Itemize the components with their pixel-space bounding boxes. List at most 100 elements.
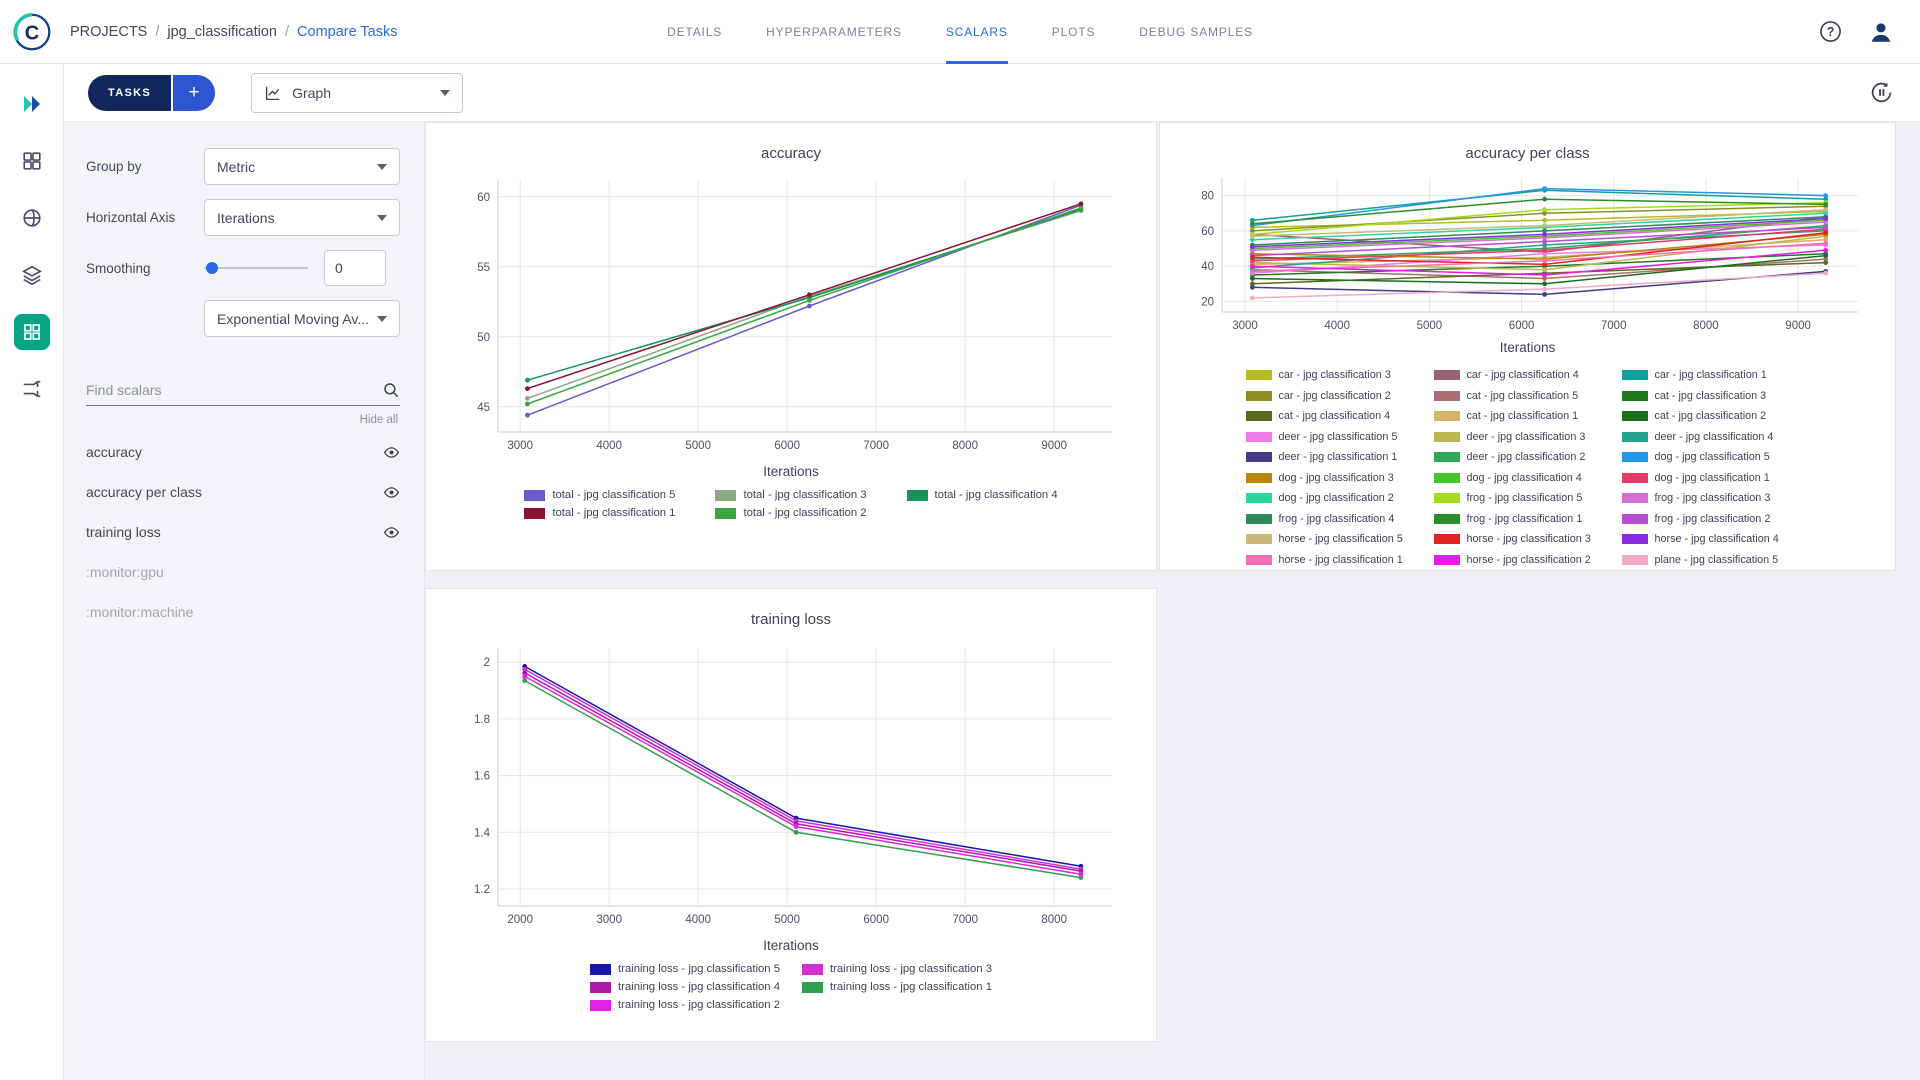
legend-item[interactable]: total - jpg classification 2 (715, 507, 866, 519)
eye-icon[interactable] (383, 524, 400, 541)
clearml-logo[interactable]: C (0, 0, 64, 63)
rail-item-dashboard[interactable] (14, 86, 50, 122)
legend-item[interactable]: training loss - jpg classification 2 (590, 999, 780, 1011)
legend-item[interactable]: deer - jpg classification 5 (1246, 431, 1434, 443)
legend-item[interactable]: frog - jpg classification 2 (1622, 513, 1810, 525)
rail-item-projects[interactable] (14, 143, 50, 179)
help-icon[interactable]: ? (1819, 20, 1842, 43)
legend-item[interactable]: dog - jpg classification 4 (1434, 472, 1622, 484)
svg-text:3000: 3000 (507, 440, 533, 452)
svg-text:5000: 5000 (1416, 320, 1442, 332)
legend-item[interactable]: frog - jpg classification 1 (1434, 513, 1622, 525)
add-task-button[interactable]: + (173, 75, 215, 111)
smoothing-value-input[interactable] (324, 250, 386, 286)
tab-details[interactable]: DETAILS (667, 0, 722, 64)
legend-item[interactable]: horse - jpg classification 4 (1622, 533, 1810, 545)
rail-item-datasets[interactable] (14, 200, 50, 236)
metric-item-monitor-machine: :monitor:machine (86, 592, 400, 632)
eye-icon[interactable] (383, 484, 400, 501)
tab-scalars[interactable]: SCALARS (946, 0, 1008, 64)
smoothing-method-select[interactable]: Exponential Moving Av... (204, 300, 400, 337)
legend-item[interactable]: total - jpg classification 4 (907, 489, 1058, 501)
search-icon[interactable] (382, 381, 400, 399)
legend-item[interactable]: cat - jpg classification 3 (1622, 390, 1810, 402)
legend-item[interactable]: horse - jpg classification 3 (1434, 533, 1622, 545)
legend-item[interactable]: frog - jpg classification 4 (1246, 513, 1434, 525)
legend-item[interactable]: total - jpg classification 1 (524, 507, 675, 519)
legend-item[interactable]: deer - jpg classification 1 (1246, 451, 1434, 463)
horizontal-axis-select[interactable]: Iterations (204, 199, 400, 236)
accuracy-per-class-plot[interactable]: 300040005000600070008000900020406080 (1178, 170, 1878, 338)
legend-item[interactable]: plane - jpg classification 5 (1622, 554, 1810, 566)
app-root: C PROJECTS / jpg_classification / Compar… (0, 0, 1920, 1080)
user-avatar-icon[interactable] (1868, 19, 1894, 45)
tab-plots[interactable]: PLOTS (1052, 0, 1096, 64)
legend-item[interactable]: training loss - jpg classification 4 (590, 981, 780, 993)
tab-debug-samples[interactable]: DEBUG SAMPLES (1139, 0, 1253, 64)
breadcrumb-projects[interactable]: PROJECTS (70, 24, 147, 40)
metric-item-accuracy-per-class[interactable]: accuracy per class (86, 472, 400, 512)
legend-item[interactable]: horse - jpg classification 5 (1246, 533, 1434, 545)
chart-card-accuracy: accuracy 3000400050006000700080009000455… (425, 122, 1157, 571)
legend-label: cat - jpg classification 1 (1467, 410, 1579, 422)
legend-item[interactable]: training loss - jpg classification 1 (802, 981, 992, 993)
chart-card-training-loss: training loss 20003000400050006000700080… (425, 588, 1157, 1042)
view-mode-select[interactable]: Graph (251, 73, 463, 113)
legend-item[interactable]: horse - jpg classification 1 (1246, 554, 1434, 566)
svg-text:55: 55 (477, 262, 490, 274)
legend-item[interactable]: total - jpg classification 3 (715, 489, 866, 501)
legend-item[interactable]: deer - jpg classification 2 (1434, 451, 1622, 463)
metric-item-training-loss[interactable]: training loss (86, 512, 400, 552)
legend-item[interactable]: cat - jpg classification 4 (1246, 410, 1434, 422)
legend-item[interactable]: dog - jpg classification 5 (1622, 451, 1810, 463)
legend-label: plane - jpg classification 5 (1655, 554, 1779, 566)
legend-item[interactable]: frog - jpg classification 5 (1434, 492, 1622, 504)
legend-item[interactable]: frog - jpg classification 3 (1622, 492, 1810, 504)
legend-label: frog - jpg classification 4 (1279, 513, 1395, 525)
legend-label: training loss - jpg classification 2 (618, 999, 780, 1011)
breadcrumb-page[interactable]: Compare Tasks (297, 24, 397, 40)
accuracy-per-class-legend: car - jpg classification 3car - jpg clas… (1160, 369, 1895, 566)
group-by-select[interactable]: Metric (204, 148, 400, 185)
legend-item[interactable]: cat - jpg classification 1 (1434, 410, 1622, 422)
legend-item[interactable]: deer - jpg classification 4 (1622, 431, 1810, 443)
rail-item-workers-queues[interactable] (14, 371, 50, 407)
legend-label: horse - jpg classification 4 (1655, 533, 1779, 545)
legend-item[interactable]: dog - jpg classification 1 (1622, 472, 1810, 484)
legend-item[interactable]: cat - jpg classification 2 (1622, 410, 1810, 422)
breadcrumb-separator: / (155, 24, 159, 40)
legend-item[interactable]: training loss - jpg classification 3 (802, 963, 992, 975)
legend-item[interactable]: dog - jpg classification 3 (1246, 472, 1434, 484)
legend-item[interactable]: car - jpg classification 2 (1246, 390, 1434, 402)
legend-item[interactable]: cat - jpg classification 5 (1434, 390, 1622, 402)
training-loss-plot[interactable]: 20003000400050006000700080001.21.41.61.8… (446, 636, 1136, 936)
metric-list: accuracyaccuracy per classtraining loss:… (86, 432, 400, 632)
legend-item[interactable]: deer - jpg classification 3 (1434, 431, 1622, 443)
svg-text:8000: 8000 (1041, 914, 1067, 926)
legend-item[interactable]: total - jpg classification 5 (524, 489, 675, 501)
rail-item-reports[interactable] (14, 257, 50, 293)
toolbar: TASKS + Graph (64, 64, 1920, 122)
accuracy-plot[interactable]: 300040005000600070008000900045505560 (446, 170, 1136, 462)
eye-icon[interactable] (383, 444, 400, 461)
legend-item[interactable]: dog - jpg classification 2 (1246, 492, 1434, 504)
smoothing-slider[interactable] (204, 261, 308, 275)
legend-item[interactable]: car - jpg classification 4 (1434, 369, 1622, 381)
svg-text:4000: 4000 (685, 914, 711, 926)
slider-knob[interactable] (206, 262, 218, 274)
hide-all-link[interactable]: Hide all (86, 414, 398, 426)
tasks-button[interactable]: TASKS (88, 75, 171, 111)
metric-item-accuracy[interactable]: accuracy (86, 432, 400, 472)
tab-hyperparameters[interactable]: HYPERPARAMETERS (766, 0, 902, 64)
legend-item[interactable]: car - jpg classification 1 (1622, 369, 1810, 381)
legend-item[interactable]: horse - jpg classification 2 (1434, 554, 1622, 566)
legend-swatch (1246, 514, 1272, 524)
breadcrumb-project-name[interactable]: jpg_classification (167, 24, 277, 40)
legend-swatch (1246, 555, 1272, 565)
svg-text:9000: 9000 (1041, 440, 1067, 452)
auto-refresh-icon[interactable] (1869, 80, 1894, 105)
legend-item[interactable]: car - jpg classification 3 (1246, 369, 1434, 381)
legend-item[interactable]: training loss - jpg classification 5 (590, 963, 780, 975)
rail-item-experiments-active[interactable] (14, 314, 50, 350)
search-input[interactable] (86, 382, 382, 398)
